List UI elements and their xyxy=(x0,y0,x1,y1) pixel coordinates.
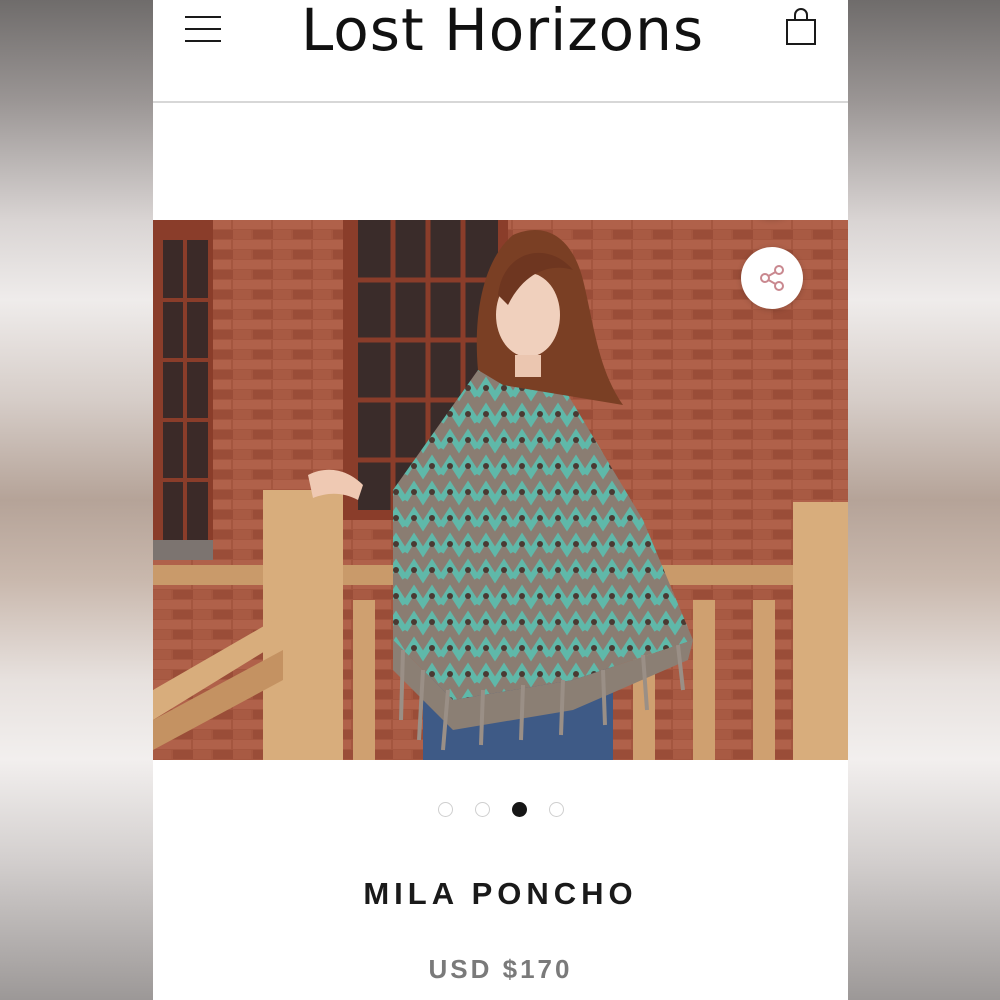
cart-button[interactable] xyxy=(783,8,819,48)
mobile-page: Lost Horizons MILA PONCHO USD $170 xyxy=(153,0,848,1000)
site-header: Lost Horizons xyxy=(153,0,848,103)
menu-button[interactable] xyxy=(183,12,223,46)
product-price: USD $170 xyxy=(428,954,573,984)
gallery-pagination xyxy=(153,802,848,818)
menu-line xyxy=(185,40,221,42)
gallery-dot-active[interactable] xyxy=(511,802,527,817)
gallery-dot[interactable] xyxy=(437,802,453,817)
product-photo xyxy=(153,220,848,760)
product-title: MILA PONCHO xyxy=(363,876,638,911)
menu-line xyxy=(185,28,221,30)
menu-line xyxy=(185,16,221,18)
share-button[interactable] xyxy=(741,247,803,309)
site-logo[interactable]: Lost Horizons xyxy=(301,0,703,66)
gallery-dot[interactable] xyxy=(548,802,564,817)
gallery-dot[interactable] xyxy=(474,802,490,817)
shopping-bag-icon xyxy=(786,8,816,45)
product-image-gallery[interactable] xyxy=(153,220,848,760)
share-icon xyxy=(760,265,784,291)
